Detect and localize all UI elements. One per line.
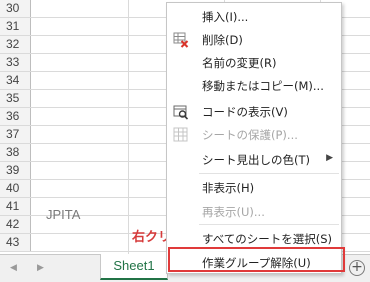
row-header[interactable]: 33 [0, 54, 31, 71]
menu-item-move-copy[interactable]: 移動またはコピー(M)... [167, 74, 341, 97]
menu-item-label: 挿入(I)... [202, 10, 249, 24]
delete-sheet-icon [173, 32, 189, 48]
menu-item-tab-color[interactable]: シート見出しの色(T) ▶ [167, 148, 341, 171]
menu-item-rename[interactable]: 名前の変更(R) [167, 51, 341, 74]
menu-item-view-code[interactable]: コードの表示(V) [167, 100, 341, 123]
menu-item-hide[interactable]: 非表示(H) [167, 176, 341, 199]
scroll-left-icon[interactable]: ◀ [10, 263, 17, 273]
sheet-tab[interactable]: Sheet1 [100, 254, 168, 280]
row-header[interactable]: 35 [0, 90, 31, 107]
row-header[interactable]: 37 [0, 126, 31, 143]
menu-item-label: 移動またはコピー(M)... [202, 79, 324, 93]
row-header[interactable]: 40 [0, 180, 31, 197]
submenu-arrow-icon: ▶ [326, 153, 333, 163]
menu-item-label: シート見出しの色(T) [202, 153, 310, 167]
row-header[interactable]: 43 [0, 234, 31, 251]
menu-item-protect-sheet[interactable]: シートの保護(P)... [167, 123, 341, 146]
row-header[interactable]: 41 [0, 198, 31, 215]
context-menu: 挿入(I)... 削除(D) 名前の変更(R) 移動またはコピー(M)... コ… [166, 2, 342, 274]
view-code-icon [173, 104, 189, 120]
menu-separator [199, 173, 339, 174]
row-header[interactable]: 34 [0, 72, 31, 89]
menu-item-delete[interactable]: 削除(D) [167, 28, 341, 51]
menu-item-label: 名前の変更(R) [202, 56, 277, 70]
highlight-box [168, 247, 345, 272]
menu-item-insert[interactable]: 挿入(I)... [167, 5, 341, 28]
row-header[interactable]: 30 [0, 0, 31, 17]
menu-item-label: 非表示(H) [202, 181, 255, 195]
add-sheet-button[interactable]: + [349, 260, 365, 276]
row-header[interactable]: 36 [0, 108, 31, 125]
menu-item-label: 削除(D) [202, 33, 243, 47]
menu-item-label: コードの表示(V) [202, 105, 288, 119]
row-header[interactable]: 39 [0, 162, 31, 179]
scroll-right-icon[interactable]: ▶ [37, 263, 44, 273]
watermark-text: JPITA [46, 207, 81, 222]
menu-item-unhide[interactable]: 再表示(U)... [167, 200, 341, 223]
menu-separator [199, 224, 339, 225]
row-header[interactable]: 38 [0, 144, 31, 161]
menu-item-label: シートの保護(P)... [202, 128, 298, 142]
menu-item-label: すべてのシートを選択(S) [202, 232, 333, 246]
row-header[interactable]: 32 [0, 36, 31, 53]
row-header[interactable]: 42 [0, 216, 31, 233]
row-header[interactable]: 31 [0, 18, 31, 35]
menu-item-label: 再表示(U)... [202, 205, 265, 219]
protect-sheet-icon [173, 127, 189, 143]
